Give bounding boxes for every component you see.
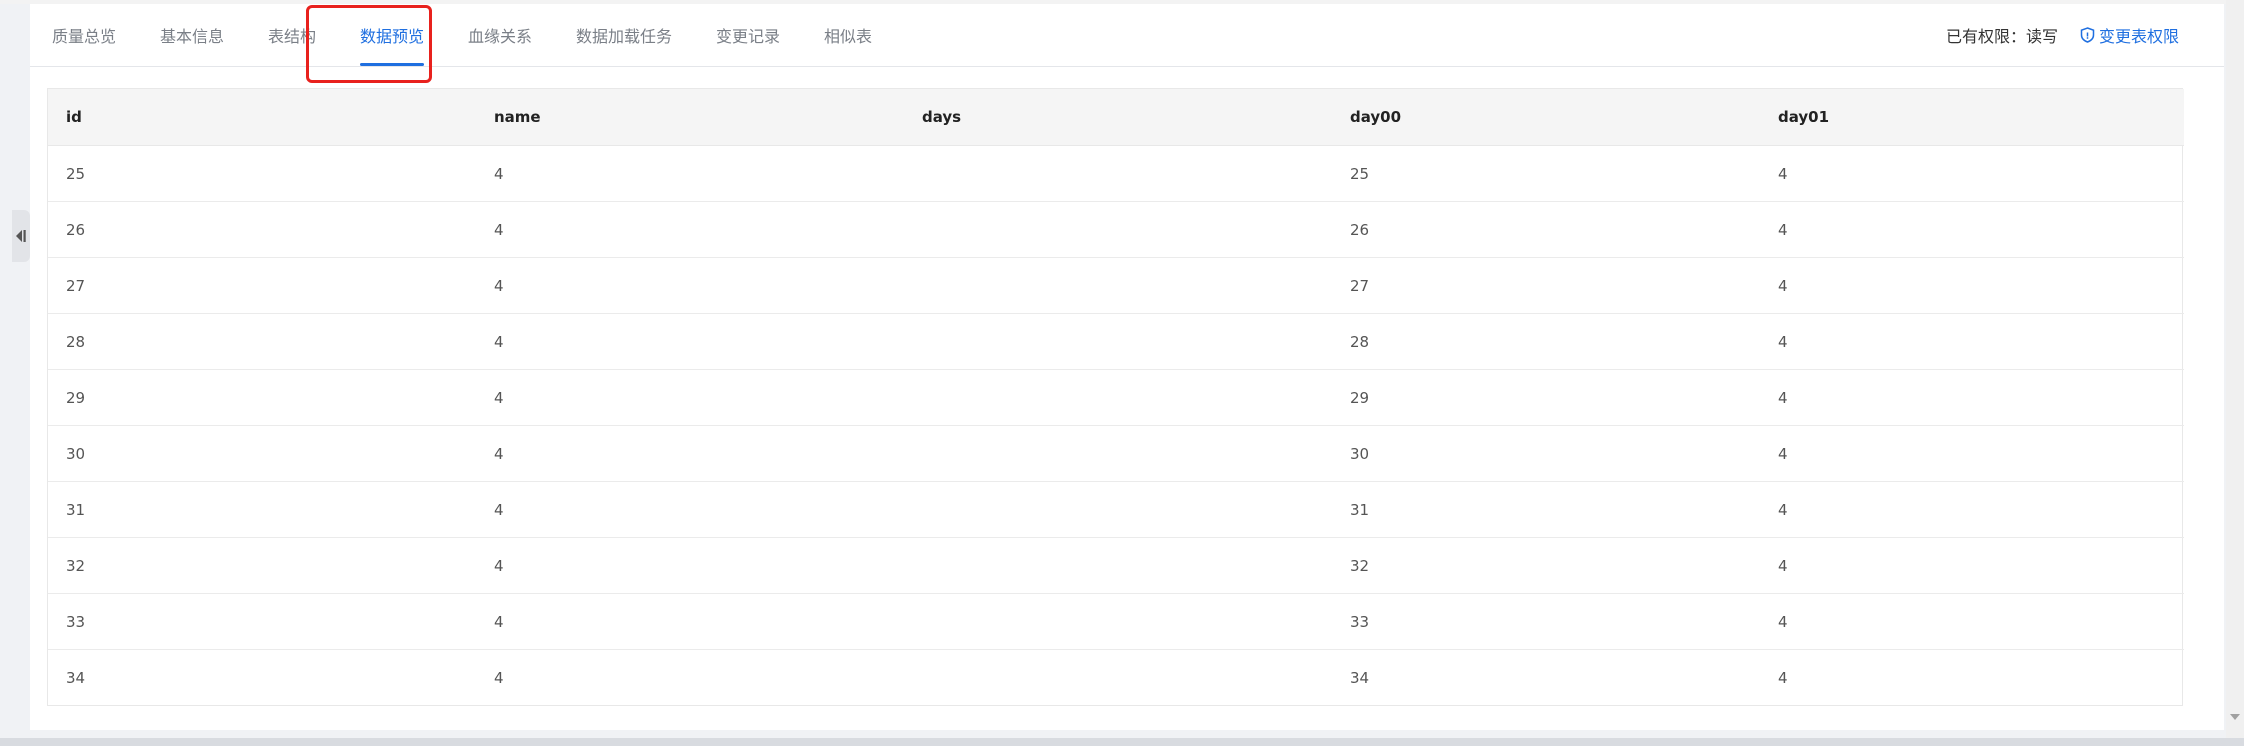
- table-cell-id: 32: [48, 537, 476, 594]
- table-cell-day00: 28: [1332, 313, 1760, 370]
- column-header-name: name: [476, 89, 904, 146]
- vertical-scrollbar[interactable]: [2226, 0, 2244, 746]
- column-header-id: id: [48, 89, 476, 146]
- table-cell-days: [904, 145, 1332, 202]
- table-cell-id: 25: [48, 145, 476, 202]
- table-row: 30 4 30 4: [48, 425, 2184, 482]
- tab-data-load-tasks[interactable]: 数据加载任务: [576, 4, 672, 66]
- page: 质量总览 基本信息 表结构 数据预览 血缘关系 数据加载任务 变更记录 相似表 …: [0, 0, 2244, 746]
- tab-quality-overview[interactable]: 质量总览: [52, 4, 116, 66]
- table-row: 29 4 29 4: [48, 369, 2184, 426]
- table-cell-days: [904, 481, 1332, 538]
- table-cell-days: [904, 313, 1332, 370]
- table-row: 34 4 34 4: [48, 650, 2184, 706]
- table-cell-day00: 32: [1332, 537, 1760, 594]
- column-header-day00: day00: [1332, 89, 1760, 146]
- shield-icon: [2080, 27, 2095, 43]
- table-cell-id: 28: [48, 313, 476, 370]
- table-cell-day01: 4: [1760, 257, 2184, 314]
- table-cell-name: 4: [476, 313, 904, 370]
- collapse-left-icon: [16, 230, 26, 242]
- table-cell-day00: 25: [1332, 145, 1760, 202]
- table-cell-name: 4: [476, 425, 904, 482]
- tab-lineage[interactable]: 血缘关系: [468, 4, 532, 66]
- highlight-annotation-box: [306, 5, 432, 83]
- table-cell-name: 4: [476, 481, 904, 538]
- table-cell-day01: 4: [1760, 425, 2184, 482]
- table-cell-day01: 4: [1760, 537, 2184, 594]
- table-cell-name: 4: [476, 257, 904, 314]
- table-cell-days: [904, 425, 1332, 482]
- table-cell-days: [904, 201, 1332, 258]
- tab-basic-info[interactable]: 基本信息: [160, 4, 224, 66]
- tab-change-log[interactable]: 变更记录: [716, 4, 780, 66]
- table-row: 32 4 32 4: [48, 537, 2184, 594]
- table-cell-day00: 30: [1332, 425, 1760, 482]
- table-cell-day00: 26: [1332, 201, 1760, 258]
- table-cell-day00: 29: [1332, 369, 1760, 426]
- tab-similar-tables[interactable]: 相似表: [824, 4, 872, 66]
- table-row: 28 4 28 4: [48, 313, 2184, 370]
- table-cell-name: 4: [476, 369, 904, 426]
- column-header-day01: day01: [1760, 89, 2184, 146]
- change-permission-link[interactable]: 变更表权限: [2080, 4, 2179, 66]
- table-row: 26 4 26 4: [48, 201, 2184, 258]
- table-cell-id: 31: [48, 481, 476, 538]
- table-cell-day01: 4: [1760, 369, 2184, 426]
- bottom-strip: [0, 738, 2244, 746]
- table-cell-days: [904, 593, 1332, 650]
- table-cell-day01: 4: [1760, 593, 2184, 650]
- table-row: 25 4 25 4: [48, 145, 2184, 202]
- table-body: 25 4 25 4 26 4 26 4 27 4 27 4 28 4 28 4 29 4 29 4 30 4 30 4 31 4 3…: [48, 145, 2184, 706]
- permission-status: 已有权限：读写: [1946, 27, 2059, 46]
- table-cell-day00: 31: [1332, 481, 1760, 538]
- table-detail-panel: 质量总览 基本信息 表结构 数据预览 血缘关系 数据加载任务 变更记录 相似表 …: [30, 4, 2224, 730]
- table-cell-days: [904, 369, 1332, 426]
- column-header-days: days: [904, 89, 1332, 146]
- table-cell-id: 33: [48, 593, 476, 650]
- table-cell-name: 4: [494, 668, 504, 687]
- table-cell-id: 30: [48, 425, 476, 482]
- table-cell-name: 4: [476, 145, 904, 202]
- table-cell-day01: 4: [1760, 201, 2184, 258]
- sidebar-collapse-toggle[interactable]: [12, 210, 30, 262]
- change-permission-label: 变更表权限: [2099, 27, 2180, 46]
- table-row: 31 4 31 4: [48, 481, 2184, 538]
- table-cell-day00: 33: [1332, 593, 1760, 650]
- table-cell-day00: 34: [1350, 668, 1370, 687]
- table-cell-day01: 4: [1760, 145, 2184, 202]
- table-cell-days: [904, 650, 1332, 706]
- table-cell-days: [904, 537, 1332, 594]
- scroll-down-arrow-icon[interactable]: [2230, 714, 2240, 720]
- table-cell-name: 4: [476, 201, 904, 258]
- table-cell-name: 4: [476, 537, 904, 594]
- table-cell-id: 26: [48, 201, 476, 258]
- table-header-row: id name days day00 day01: [48, 89, 2184, 146]
- table-cell-day01: 4: [1760, 481, 2184, 538]
- data-preview-table: id name days day00 day01 25 4 25 4 26 4 26 4 27 4 27 4 2…: [47, 88, 2184, 706]
- table-cell-day01: 4: [1760, 313, 2184, 370]
- table-cell-id: 34: [66, 668, 86, 687]
- table-cell-day00: 27: [1332, 257, 1760, 314]
- table-cell-days: [904, 257, 1332, 314]
- table-row: 27 4 27 4: [48, 257, 2184, 314]
- table-cell-id: 29: [48, 369, 476, 426]
- table-cell-name: 4: [476, 593, 904, 650]
- table-row: 33 4 33 4: [48, 593, 2184, 650]
- table-cell-id: 27: [48, 257, 476, 314]
- table-cell-day01: 4: [1778, 668, 1788, 687]
